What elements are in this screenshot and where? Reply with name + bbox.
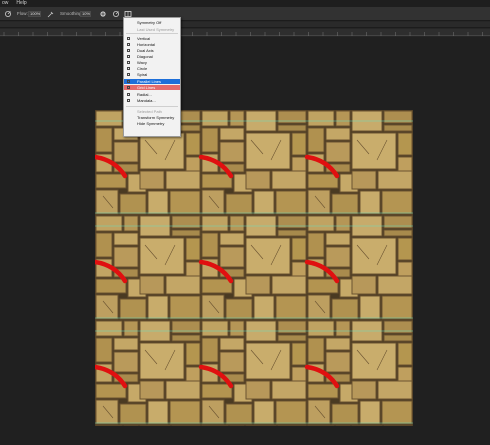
menu-item-label: Diagonal bbox=[137, 54, 153, 59]
circle-icon bbox=[127, 67, 130, 70]
menu-item-parallel-lines[interactable]: Parallel Lines bbox=[124, 79, 180, 84]
menu-item-label: Spiral bbox=[137, 72, 148, 77]
document-tab-bar bbox=[0, 22, 490, 28]
menu-item-spiral[interactable]: Spiral bbox=[124, 72, 180, 77]
menu-item-label: Parallel Lines bbox=[137, 79, 162, 84]
menu-item-label: Grid Lines bbox=[137, 85, 156, 90]
menu-item-selected-path: Selected Path bbox=[124, 109, 180, 114]
menu-separator bbox=[126, 106, 178, 107]
grid-lines-icon bbox=[127, 86, 130, 89]
menu-item-label: Dual Axis bbox=[137, 48, 154, 53]
red-brush-strokes bbox=[95, 154, 340, 389]
flow-value[interactable]: 100% bbox=[28, 11, 41, 17]
menu-item-label: Horizontal bbox=[137, 42, 156, 47]
menu-separator bbox=[126, 33, 178, 34]
menu-item-transform-symmetry[interactable]: Transform Symmetry bbox=[124, 115, 180, 120]
menu-item-diagonal[interactable]: Diagonal bbox=[124, 54, 180, 59]
radial-icon bbox=[127, 93, 130, 96]
menu-item-hide-symmetry[interactable]: Hide Symmetry bbox=[124, 121, 180, 126]
parallel-lines-icon bbox=[127, 80, 130, 83]
smoothing-value[interactable]: 10% bbox=[80, 11, 91, 17]
wavy-icon bbox=[127, 61, 130, 64]
menu-item-label: Mandala... bbox=[137, 98, 156, 103]
pressure-icon[interactable] bbox=[112, 10, 120, 18]
menu-item-mandala[interactable]: Mandala... bbox=[124, 98, 180, 103]
menu-item-wavy[interactable]: Wavy bbox=[124, 60, 180, 65]
vertical-icon bbox=[127, 37, 130, 40]
menu-item-label: Selected Path bbox=[137, 109, 162, 114]
menu-item-symmetry-off[interactable]: Symmetry Off bbox=[124, 20, 180, 25]
flow-label: Flow: bbox=[17, 11, 28, 16]
menu-item-dual-axis[interactable]: Dual Axis bbox=[124, 48, 180, 53]
menu-item-vertical[interactable]: Vertical bbox=[124, 36, 180, 41]
menu-item-label: Vertical bbox=[137, 36, 151, 41]
menu-item-window[interactable]: ow bbox=[2, 0, 8, 7]
menu-item-label: Symmetry Off bbox=[137, 20, 162, 25]
menu-item-label: Wavy bbox=[137, 60, 147, 65]
menu-item-label: Circle bbox=[137, 66, 148, 71]
menu-item-circle[interactable]: Circle bbox=[124, 66, 180, 71]
menu-item-horizontal[interactable]: Horizontal bbox=[124, 42, 180, 47]
menu-item-help[interactable]: Help bbox=[16, 0, 26, 7]
menu-bar: ow Help bbox=[0, 0, 490, 7]
spiral-icon bbox=[127, 73, 130, 76]
ruler-ticks bbox=[3, 32, 483, 36]
menu-item-label: Hide Symmetry bbox=[137, 121, 165, 126]
horizontal-icon bbox=[127, 43, 130, 46]
menu-item-label: Transform Symmetry bbox=[137, 115, 175, 120]
menu-item-last-used-symmetry: Last Used Symmetry bbox=[124, 27, 180, 32]
gear-icon[interactable] bbox=[99, 10, 107, 18]
options-toolbar: Flow: 100% Smoothing: 10% bbox=[0, 7, 490, 21]
brush-icon[interactable] bbox=[4, 10, 12, 18]
airbrush-icon[interactable] bbox=[47, 10, 55, 18]
dual-axis-icon bbox=[127, 49, 130, 52]
mandala-icon bbox=[127, 99, 130, 102]
menu-item-grid-lines[interactable]: Grid Lines bbox=[124, 85, 180, 90]
symmetry-menu: Symmetry Off Last Used Symmetry Vertical Ho… bbox=[123, 17, 181, 137]
menu-item-label: Radial... bbox=[137, 92, 152, 97]
menu-item-label: Last Used Symmetry bbox=[137, 27, 175, 32]
stone-tile-artwork[interactable] bbox=[95, 110, 413, 426]
menu-item-radial[interactable]: Radial... bbox=[124, 92, 180, 97]
diagonal-icon bbox=[127, 55, 130, 58]
horizontal-ruler bbox=[0, 29, 490, 36]
